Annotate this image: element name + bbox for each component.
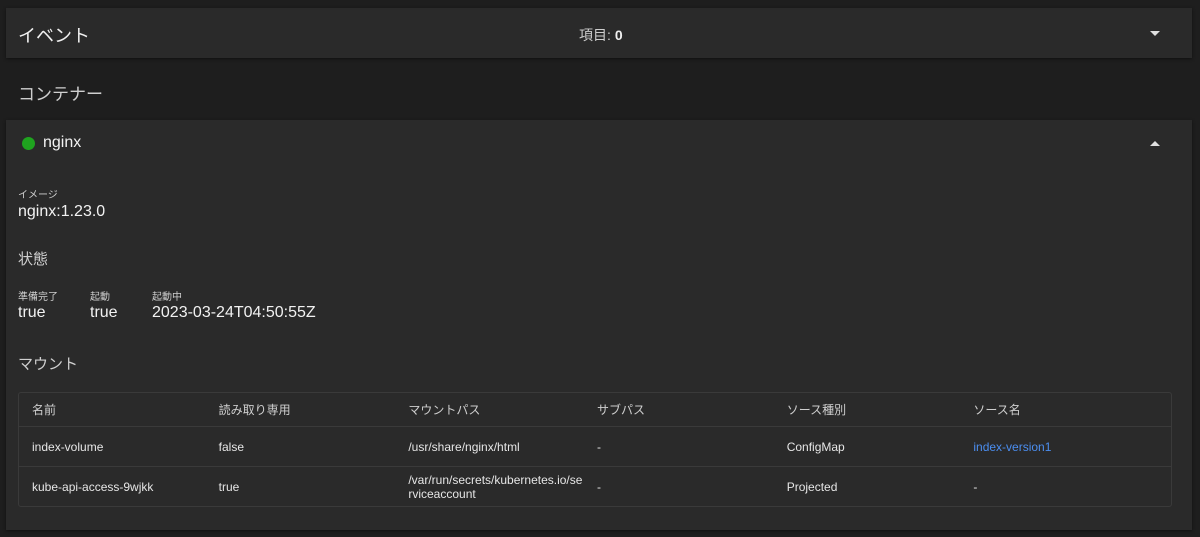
cell-source-type: Projected: [786, 479, 838, 494]
running-value: 2023-03-24T04:50:55Z: [152, 304, 316, 321]
column-header-name[interactable]: 名前: [19, 403, 206, 417]
column-header-source-type[interactable]: ソース種別: [774, 403, 961, 417]
mounts-title: マウント: [18, 356, 79, 373]
started-label: 起動: [90, 292, 110, 303]
mounts-table: 名前 読み取り専用 マウントパス サブパス ソース種別 ソース名 index-v…: [18, 392, 1172, 507]
containers-heading: コンテナー: [18, 85, 103, 104]
cell-mount-path: /var/run/secrets/kubernetes.io/serviceac…: [395, 473, 584, 501]
container-card: nginx イメージ nginx:1.23.0 状態 準備完了 true 起動 …: [6, 120, 1192, 530]
cell-name: index-volume: [32, 439, 104, 454]
image-label: イメージ: [18, 190, 58, 201]
cell-source-type: ConfigMap: [786, 439, 845, 454]
image-value: nginx:1.23.0: [18, 203, 106, 220]
events-count: 項目: 0: [579, 25, 623, 45]
started-value: true: [90, 304, 118, 321]
table-header-row: 名前 読み取り専用 マウントパス サブパス ソース種別 ソース名: [19, 393, 1171, 426]
collapse-chevron-up-icon[interactable]: [1150, 141, 1160, 146]
source-name-link[interactable]: index-version1: [973, 440, 1051, 454]
column-header-read-only[interactable]: 読み取り専用: [206, 403, 396, 417]
cell-read-only: false: [218, 439, 245, 454]
cell-sub-path: -: [597, 479, 602, 494]
cell-mount-path-text: /usr/share/nginx/html: [408, 439, 520, 454]
cell-name: kube-api-access-9wjkk: [32, 479, 154, 494]
cell-read-only: true: [218, 479, 240, 494]
cell-source-name: -: [973, 479, 978, 494]
cell-mount-path-text: /var/run/secrets/kubernetes.io/serviceac…: [408, 472, 583, 501]
state-title: 状態: [18, 251, 49, 268]
column-header-sub-path[interactable]: サブパス: [584, 403, 774, 417]
table-row: kube-api-access-9wjkk true /var/run/secr…: [19, 466, 1171, 506]
events-title: イベント: [18, 26, 90, 46]
events-card[interactable]: イベント 項目: 0: [6, 8, 1192, 58]
cell-mount-path: /usr/share/nginx/html: [395, 440, 584, 454]
events-count-value: 0: [614, 27, 623, 43]
ready-label: 準備完了: [18, 292, 58, 303]
container-name: nginx: [43, 134, 82, 151]
ready-value: true: [18, 304, 46, 321]
cell-sub-path: -: [597, 439, 602, 454]
running-label: 起動中: [152, 292, 182, 303]
cell-source-name: index-version1: [960, 440, 1171, 454]
table-row: index-volume false /usr/share/nginx/html…: [19, 426, 1171, 466]
events-count-label: 項目:: [579, 27, 611, 43]
column-header-mount-path[interactable]: マウントパス: [395, 403, 584, 417]
column-header-source-name[interactable]: ソース名: [960, 403, 1171, 417]
status-dot-icon: [22, 137, 35, 150]
expand-chevron-down-icon[interactable]: [1150, 31, 1160, 36]
